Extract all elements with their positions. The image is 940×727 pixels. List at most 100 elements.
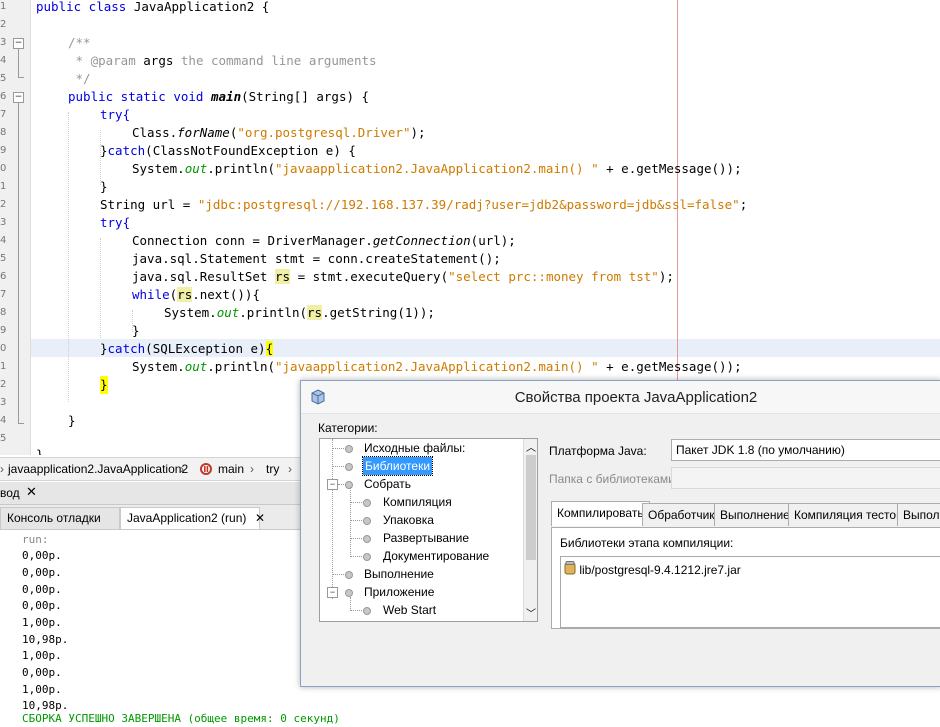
- output-line: 0,00р.: [22, 666, 62, 679]
- tab-run[interactable]: Выполнение: [714, 503, 796, 526]
- node-icon: [363, 499, 371, 507]
- node-icon: [363, 553, 371, 561]
- line-number: 1: [0, 1, 6, 12]
- code-line: }catch(SQLException e){: [100, 341, 274, 356]
- categories-tree[interactable]: Исходные файлы: Библиотеки − Собрать Ком…: [319, 438, 538, 622]
- tree-collapse-icon[interactable]: −: [327, 479, 338, 490]
- node-icon: [345, 589, 353, 597]
- tab-processor[interactable]: Обработчик: [642, 503, 721, 526]
- chevron-right-icon: ›: [288, 462, 292, 476]
- tree-item-application[interactable]: Приложение: [364, 583, 434, 601]
- platform-select[interactable]: Пакет JDK 1.8 (по умолчанию): [671, 439, 940, 461]
- node-icon: [345, 481, 353, 489]
- close-icon[interactable]: ✕: [26, 484, 37, 500]
- indent-guide: [68, 112, 69, 402]
- output-window-header: вод ✕: [0, 482, 300, 505]
- fold-guide: [18, 49, 19, 77]
- line-number: 4: [0, 235, 6, 246]
- output-line: 1,00р.: [22, 616, 62, 629]
- line-number: 6: [0, 91, 6, 102]
- tab-test-compile[interactable]: Компиляция тестов: [788, 503, 909, 526]
- tree-item-webstart[interactable]: Web Start: [383, 601, 436, 619]
- output-line: 10,98р.: [22, 633, 69, 646]
- code-line: Class.forName("org.postgresql.Driver");: [132, 125, 426, 140]
- tree-item-documenting[interactable]: Документирование: [383, 547, 489, 565]
- output-line: 0,00р.: [22, 566, 62, 579]
- close-icon[interactable]: ✕: [255, 508, 265, 529]
- tree-item-build[interactable]: Собрать: [364, 475, 411, 493]
- fold-collapse-icon[interactable]: −: [13, 92, 24, 103]
- output-line: 0,00р.: [22, 583, 62, 596]
- code-line: }: [132, 323, 140, 338]
- tab-debug-console[interactable]: Консоль отладки: [0, 507, 120, 529]
- code-line: public class JavaApplication2 {: [36, 0, 270, 14]
- compile-libs-label: Библиотеки этапа компиляции:: [560, 536, 734, 550]
- compile-libs-list[interactable]: lib/postgresql-9.4.1212.jre7.jar: [560, 556, 940, 628]
- breadcrumb-item-block[interactable]: try: [266, 458, 279, 480]
- tree-item-packaging[interactable]: Упаковка: [383, 511, 434, 529]
- code-line: while(rs.next()){: [132, 287, 260, 302]
- chevron-right-icon: ›: [0, 462, 4, 476]
- code-line: }: [36, 447, 44, 455]
- line-number: 9: [0, 325, 6, 336]
- output-line: 1,00р.: [22, 649, 62, 662]
- tree-item-sources[interactable]: Исходные файлы:: [364, 439, 465, 457]
- dialog-titlebar[interactable]: Свойства проекта JavaApplication2: [301, 381, 940, 414]
- tree-collapse-icon[interactable]: −: [327, 587, 338, 598]
- tree-item-deployment[interactable]: Развертывание: [383, 529, 469, 547]
- node-icon: [345, 445, 353, 453]
- output-line: 0,00р.: [22, 549, 62, 562]
- line-number-gutter: 1 2 3 4 5 6 7 8 9 0 1 2 3 4 5 6 7 8 9 0 …: [0, 0, 31, 455]
- indent-guide: [100, 238, 101, 338]
- chevron-up-icon[interactable]: ︿: [526, 439, 536, 454]
- tab-run-output[interactable]: JavaApplication2 (run) ✕: [120, 507, 265, 529]
- output-line: 1,00р.: [22, 683, 62, 696]
- fold-guide-end: [18, 77, 24, 78]
- tab-label: JavaApplication2 (run): [127, 511, 247, 525]
- node-icon: [363, 517, 371, 525]
- output-line: 0,00р.: [22, 599, 62, 612]
- line-number: 5: [0, 73, 6, 84]
- node-icon: [345, 463, 353, 471]
- code-line: */: [68, 71, 91, 86]
- node-icon: [345, 571, 353, 579]
- node-icon: [363, 607, 371, 615]
- breadcrumb-item-class[interactable]: javaapplication2.JavaApplication2: [8, 458, 188, 480]
- tree-item-compiling[interactable]: Компиляция: [383, 493, 452, 511]
- chevron-right-icon: ›: [250, 462, 254, 476]
- jar-icon: [564, 561, 576, 579]
- line-number: 7: [0, 109, 6, 120]
- breadcrumb: › javaapplication2.JavaApplication2 › ma…: [0, 457, 300, 481]
- tab-label: Консоль отладки: [7, 511, 101, 525]
- line-number: 0: [0, 163, 6, 174]
- breadcrumb-item-method[interactable]: main: [218, 458, 244, 480]
- code-line: System.out.println("javaapplication2.Jav…: [132, 359, 742, 374]
- platform-label: Платформа Java:: [549, 444, 647, 458]
- line-number: 2: [0, 379, 6, 390]
- line-number: 2: [0, 199, 6, 210]
- line-number: 1: [0, 361, 6, 372]
- library-path: lib/postgresql-9.4.1212.jre7.jar: [579, 563, 741, 577]
- tab-compile[interactable]: Компилировать: [551, 501, 650, 526]
- line-number: 3: [0, 37, 6, 48]
- tree-item-libraries[interactable]: Библиотеки: [361, 456, 434, 476]
- output-console[interactable]: run: 0,00р. 0,00р. 0,00р. 0,00р. 1,00р. …: [0, 530, 340, 727]
- line-number: 3: [0, 217, 6, 228]
- list-item[interactable]: lib/postgresql-9.4.1212.jre7.jar: [564, 561, 741, 577]
- code-line: try{: [100, 107, 131, 122]
- code-line: }: [68, 413, 76, 428]
- output-tabs: Консоль отладки JavaApplication2 (run) ✕: [0, 505, 300, 530]
- tab-test-run[interactable]: Выполн: [897, 503, 940, 526]
- line-number: 7: [0, 289, 6, 300]
- line-number: 9: [0, 145, 6, 156]
- code-line: }: [100, 376, 108, 394]
- scrollbar-thumb[interactable]: [526, 455, 536, 560]
- libfolder-field: [671, 467, 940, 489]
- line-number: 5: [0, 433, 6, 444]
- code-line: Connection conn = DriverManager.getConne…: [132, 233, 516, 248]
- tree-scrollbar[interactable]: ︿ ﹀: [523, 439, 537, 621]
- tree-item-run[interactable]: Выполнение: [364, 565, 434, 583]
- output-line: run:: [22, 533, 49, 546]
- chevron-down-icon[interactable]: ﹀: [526, 605, 536, 620]
- fold-collapse-icon[interactable]: −: [13, 38, 24, 49]
